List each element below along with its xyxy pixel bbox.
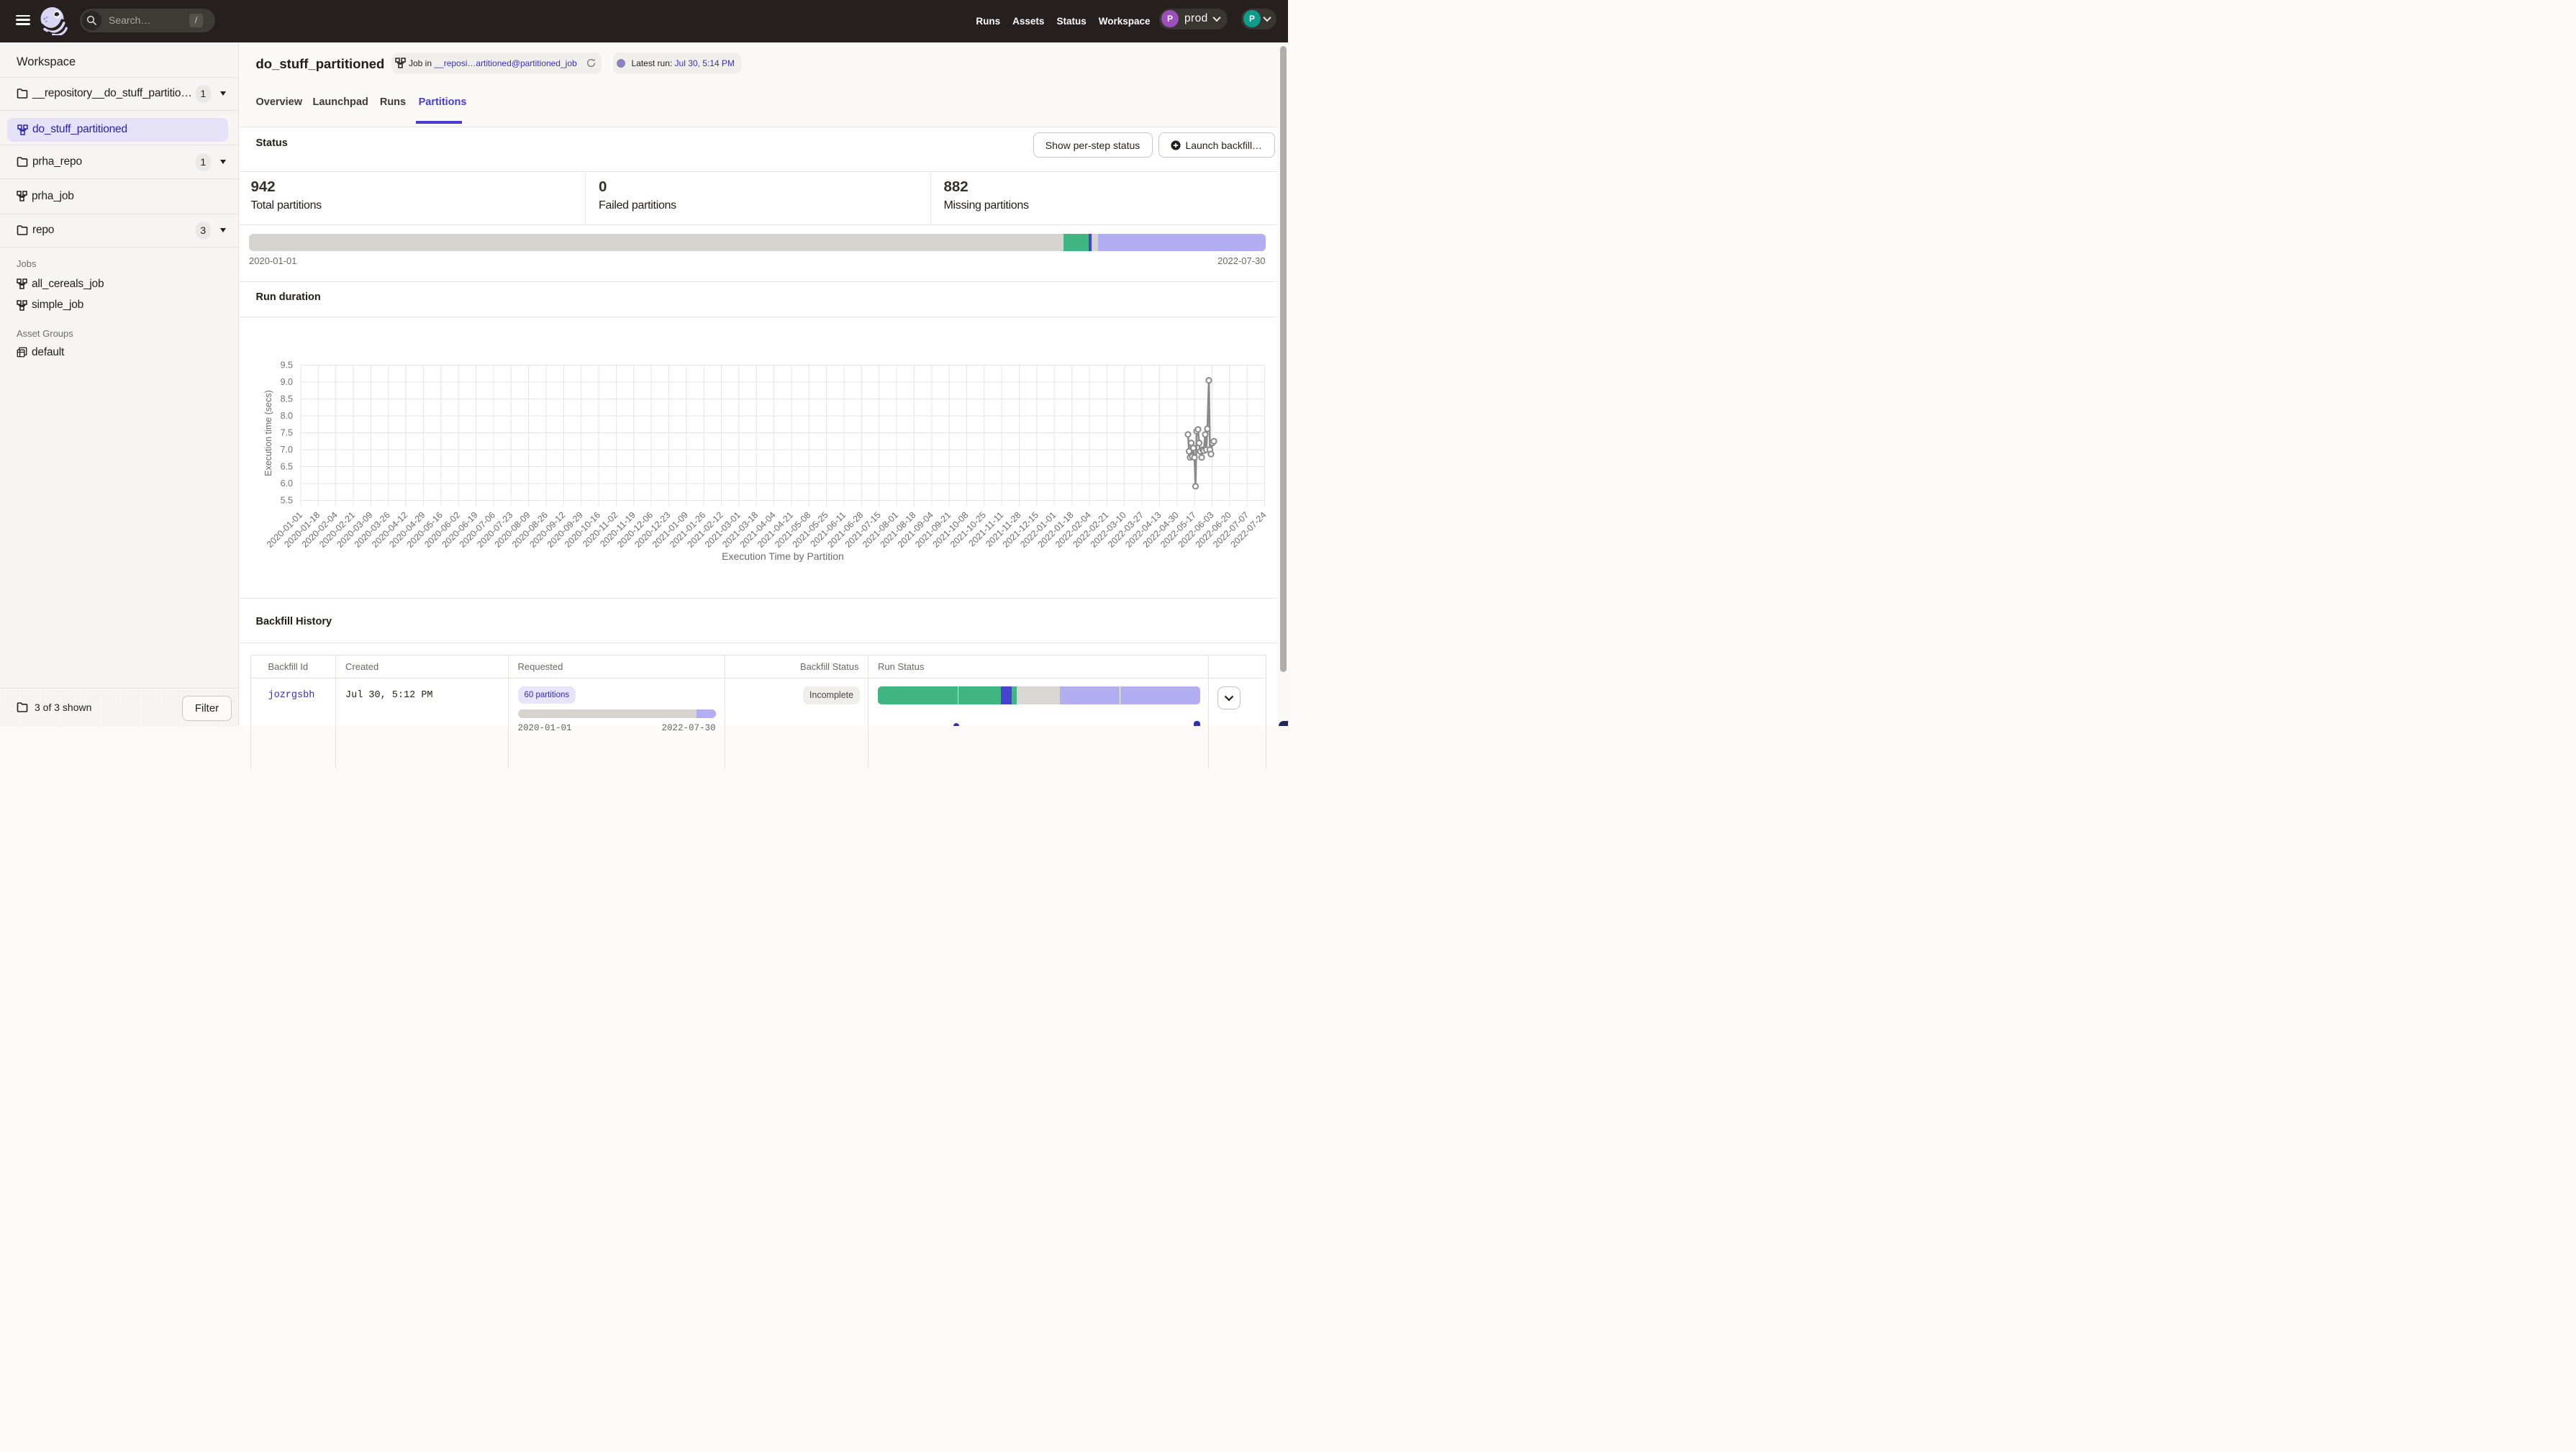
svg-text:7.0: 7.0 [281, 445, 293, 455]
svg-text:Execution Time by Partition: Execution Time by Partition [722, 550, 844, 562]
svg-text:Execution time (secs): Execution time (secs) [263, 390, 273, 476]
svg-text:8.5: 8.5 [281, 394, 293, 404]
svg-text:9.5: 9.5 [281, 360, 293, 371]
svg-text:5.5: 5.5 [281, 496, 293, 506]
svg-text:7.5: 7.5 [281, 428, 293, 438]
svg-text:9.0: 9.0 [281, 377, 293, 387]
svg-text:6.0: 6.0 [281, 478, 293, 489]
svg-text:8.0: 8.0 [281, 411, 293, 421]
svg-text:6.5: 6.5 [281, 462, 293, 472]
